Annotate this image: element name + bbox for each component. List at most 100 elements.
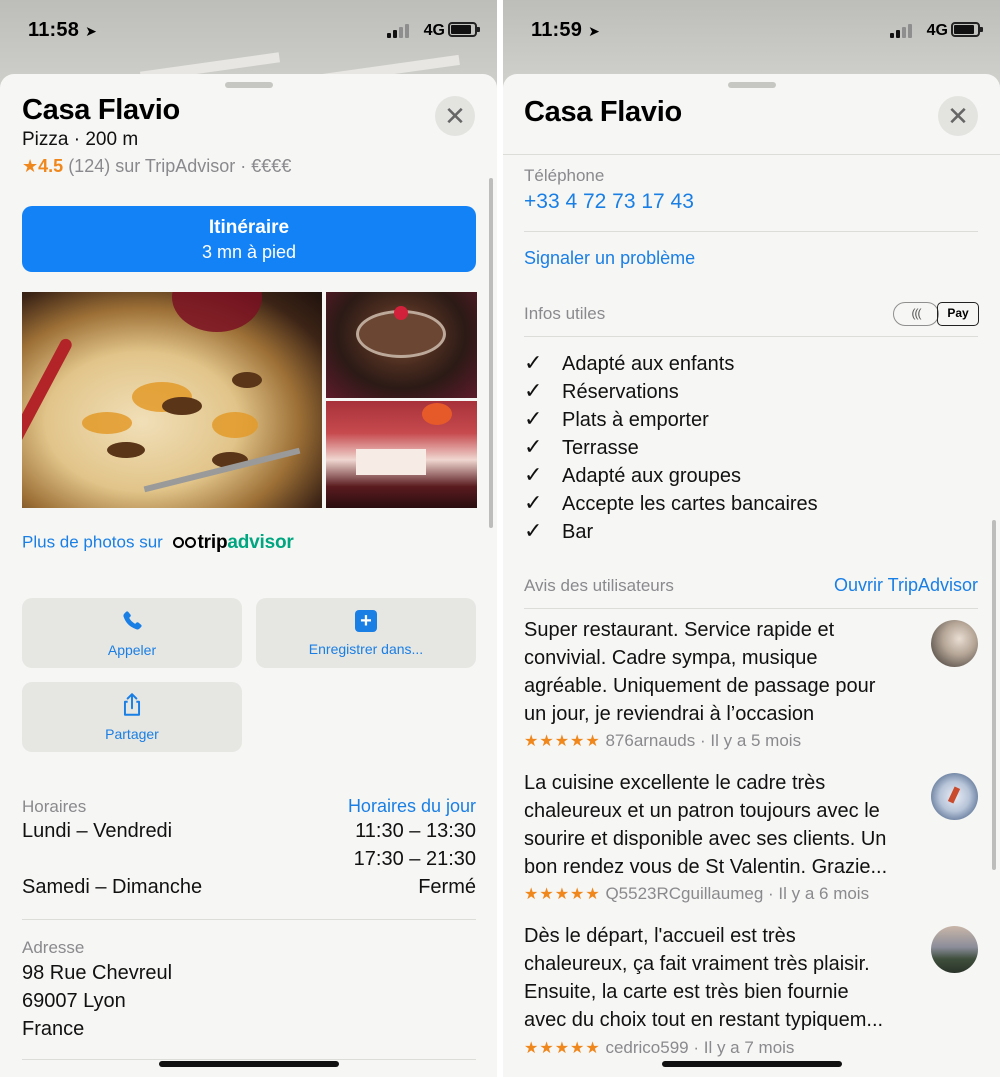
review-meta: ★★★★★ Q5523RCguillaumeg · Il y a 6 mois <box>524 884 870 903</box>
contactless-icon: ((( <box>893 302 939 326</box>
photo-dining-room[interactable] <box>326 401 477 508</box>
place-title: Casa Flavio <box>524 96 682 128</box>
review-author: cedrico599 <box>605 1038 689 1057</box>
divider <box>22 919 476 920</box>
scrollbar[interactable] <box>489 178 493 528</box>
save-to-label: Enregistrer dans... <box>308 641 424 657</box>
feature-item: ✓ Terrasse <box>524 434 639 459</box>
feature-item: ✓ Réservations <box>524 378 679 403</box>
review-text[interactable]: Super restaurant. Service rapide et convi… <box>524 616 919 728</box>
photo-pizza[interactable] <box>22 292 322 508</box>
review-meta: ★★★★★ 876arnauds · Il y a 5 mois <box>524 731 802 750</box>
right-screenshot: 11:59 ➤ 4G Casa Flavio ✕ Téléphone +33 4 … <box>503 0 1000 1077</box>
divider <box>524 231 978 232</box>
add-icon: + <box>355 610 377 632</box>
apple-pay-icon: Pay <box>937 302 979 326</box>
network-label: 4G <box>926 22 948 39</box>
home-indicator[interactable] <box>661 1061 842 1067</box>
share-icon <box>123 693 141 716</box>
share-button[interactable]: Partager <box>22 682 242 752</box>
sheet-grabber[interactable] <box>224 82 273 88</box>
reviewer-avatar <box>931 620 978 667</box>
hours-time-1: 11:30 – 13:30 <box>355 820 476 842</box>
status-bar: 11:59 ➤ 4G <box>503 0 1000 62</box>
network-label: 4G <box>423 22 445 39</box>
place-category: Pizza · 200 m <box>22 129 139 150</box>
place-card: Casa Flavio ✕ Pizza · 200 m ★4.5 (124) s… <box>0 74 497 1077</box>
rating-source: sur TripAdvisor <box>115 156 236 176</box>
hours-label: Horaires <box>22 797 87 816</box>
checkmark-icon: ✓ <box>524 434 543 459</box>
scrollbar[interactable] <box>992 520 996 870</box>
phone-icon <box>123 611 142 630</box>
place-card: Casa Flavio ✕ Téléphone +33 4 72 73 17 4… <box>503 74 1000 1077</box>
tripadvisor-logo: tripadvisor <box>172 532 294 554</box>
rating-score: 4.5 <box>38 156 64 176</box>
user-reviews-label: Avis des utilisateurs <box>524 576 674 595</box>
checkmark-icon: ✓ <box>524 350 543 375</box>
address-line-2: 69007 Lyon <box>22 990 126 1012</box>
report-problem-link[interactable]: Signaler un problème <box>524 248 695 269</box>
rating-stars: ★★★★★ <box>524 1040 601 1057</box>
rating-stars: ★★★★★ <box>524 886 601 903</box>
review-text[interactable]: Dès le départ, l'accueil est très chaleur… <box>524 922 919 1034</box>
more-photos-link[interactable]: Plus de photos sur tripadvisor <box>22 532 294 554</box>
review-author: Q5523RCguillaumeg <box>605 884 764 903</box>
status-time: 11:59 ➤ <box>531 19 600 41</box>
rating-count: (124) <box>68 156 111 176</box>
hours-days-2: Samedi – Dimanche <box>22 876 203 898</box>
feature-item: ✓ Accepte les cartes bancaires <box>524 490 818 515</box>
feature-item: ✓ Adapté aux groupes <box>524 462 742 487</box>
phone-number-link[interactable]: +33 4 72 73 17 43 <box>524 190 694 214</box>
phone-label: Téléphone <box>524 166 605 185</box>
rating-line: ★4.5 (124) sur TripAdvisor · €€€€ <box>22 156 292 176</box>
divider <box>524 608 978 609</box>
open-tripadvisor-link[interactable]: Ouvrir TripAdvisor <box>834 575 978 596</box>
place-title: Casa Flavio <box>22 94 180 126</box>
sheet-grabber[interactable] <box>727 82 776 88</box>
battery-icon <box>951 22 983 37</box>
star-icon: ★ <box>22 156 39 176</box>
checkmark-icon: ✓ <box>524 518 543 543</box>
call-button[interactable]: Appeler <box>22 598 242 668</box>
call-label: Appeler <box>107 642 157 658</box>
battery-icon <box>448 22 480 37</box>
checkmark-icon: ✓ <box>524 378 543 403</box>
hours-days-1: Lundi – Vendredi <box>22 820 173 842</box>
status-time: 11:58 ➤ <box>28 19 97 41</box>
close-icon: ✕ <box>947 101 969 131</box>
more-photos-label: Plus de photos sur <box>22 532 163 552</box>
checkmark-icon: ✓ <box>524 406 543 431</box>
close-button[interactable]: ✕ <box>435 96 475 136</box>
divider <box>22 1059 476 1060</box>
review-author: 876arnauds <box>605 731 696 750</box>
review-meta: ★★★★★ cedrico599 · Il y a 7 mois <box>524 1038 795 1057</box>
review-date: Il y a 6 mois <box>778 884 870 903</box>
checkmark-icon: ✓ <box>524 462 543 487</box>
directions-button[interactable]: Itinéraire 3 mn à pied <box>22 206 476 272</box>
hours-time-2: 17:30 – 21:30 <box>353 848 476 870</box>
directions-duration: 3 mn à pied <box>201 242 297 262</box>
home-indicator[interactable] <box>158 1061 339 1067</box>
review-text[interactable]: La cuisine excellente le cadre très chale… <box>524 769 919 881</box>
location-arrow-icon: ➤ <box>85 23 97 39</box>
feature-item: ✓ Bar <box>524 518 594 543</box>
review-date: Il y a 5 mois <box>710 731 802 750</box>
close-button[interactable]: ✕ <box>938 96 978 136</box>
photo-dessert[interactable] <box>326 292 477 398</box>
hours-time-3: Fermé <box>418 876 476 898</box>
close-icon: ✕ <box>444 101 466 131</box>
status-bar: 11:58 ➤ 4G <box>0 0 497 62</box>
header-divider <box>503 154 1000 155</box>
address-line-1: 98 Rue Chevreul <box>22 962 173 984</box>
share-label: Partager <box>105 726 159 742</box>
todays-hours-link[interactable]: Horaires du jour <box>348 796 476 817</box>
divider <box>524 336 978 337</box>
reviewer-avatar <box>931 926 978 973</box>
feature-item: ✓ Adapté aux enfants <box>524 350 735 375</box>
location-arrow-icon: ➤ <box>588 23 600 39</box>
save-to-button[interactable]: + Enregistrer dans... <box>256 598 476 668</box>
address-line-3: France <box>22 1018 85 1040</box>
rating-stars: ★★★★★ <box>524 733 601 750</box>
checkmark-icon: ✓ <box>524 490 543 515</box>
